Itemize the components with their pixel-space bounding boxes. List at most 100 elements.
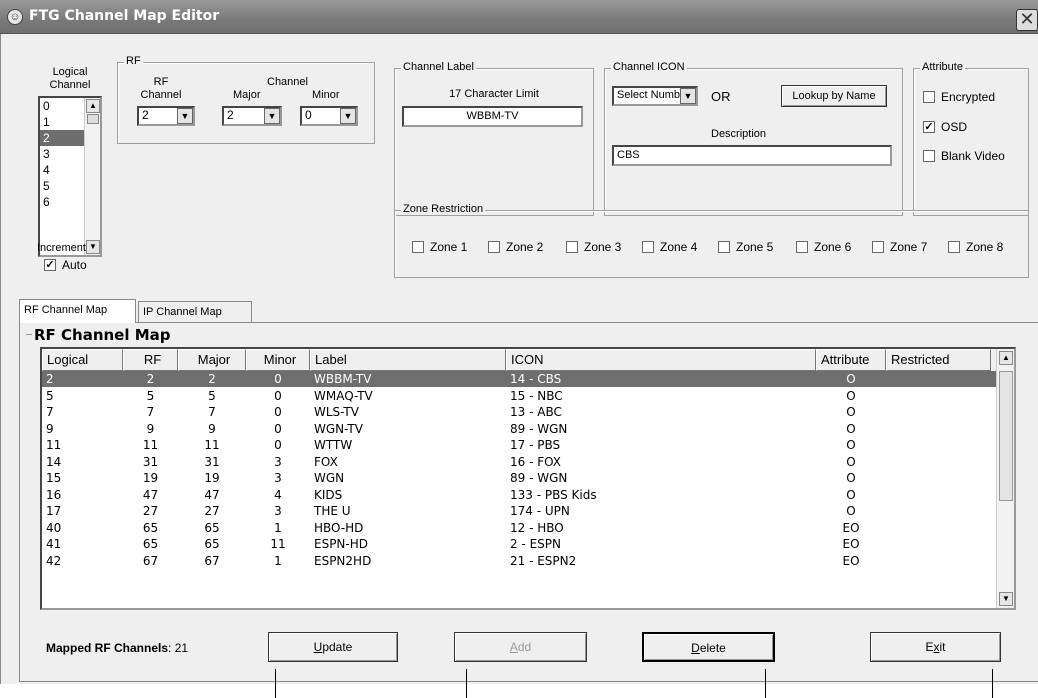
encrypted-checkbox[interactable]: Encrypted (923, 90, 995, 104)
zone-2-checkbox[interactable]: Zone 2 (488, 240, 543, 254)
column-header[interactable]: Label (310, 349, 506, 371)
table-cell: THE U (314, 504, 351, 518)
table-cell: 47 (204, 487, 220, 502)
scroll-down-icon[interactable]: ▼ (999, 592, 1013, 606)
table-cell (886, 388, 991, 404)
table-cell (886, 520, 991, 536)
blank-video-checkbox[interactable]: Blank Video (923, 149, 1005, 163)
table-cell (886, 437, 991, 453)
minor-select[interactable]: 0 ▼ (300, 106, 358, 126)
dropdown-arrow-icon[interactable]: ▼ (680, 88, 696, 104)
logical-channel-list[interactable]: 0 1 2 3 4 5 6 ▲ ▼ (38, 96, 102, 257)
checkbox-icon (642, 241, 654, 253)
major-select[interactable]: 2 ▼ (222, 106, 282, 126)
table-cell: 67 (142, 553, 159, 568)
table-cell (886, 536, 991, 552)
table-cell: O (846, 372, 856, 386)
table-row[interactable]: 17 27 27 3 THE U 174 - UPN O (42, 503, 1000, 519)
update-button[interactable]: Update (268, 632, 398, 662)
column-header[interactable]: Attribute (816, 349, 886, 371)
table-cell: EO (842, 553, 860, 568)
table-row[interactable]: 5 5 5 0 WMAQ-TV 15 - NBC O (42, 388, 1000, 404)
logical-list-scrollbar[interactable]: ▲ ▼ (84, 98, 100, 255)
scroll-down-icon[interactable]: ▼ (86, 240, 100, 254)
table-cell: WTTW (314, 438, 353, 452)
table-row[interactable]: 7 7 7 0 WLS-TV 13 - ABC O (42, 404, 1000, 420)
zone-6-checkbox[interactable]: Zone 6 (796, 240, 851, 254)
table-cell: 3 (274, 454, 282, 469)
or-label: OR (711, 89, 731, 104)
zone-label: Zone 5 (736, 240, 774, 254)
column-header[interactable]: RF (123, 349, 178, 371)
table-row[interactable]: 15 19 19 3 WGN 89 - WGN O (42, 470, 1000, 486)
table-row[interactable]: 14 31 31 3 FOX 16 - FOX O (42, 454, 1000, 470)
column-header[interactable]: Logical (42, 349, 123, 371)
zone-7-checkbox[interactable]: Zone 7 (872, 240, 927, 254)
table-cell: 31 (204, 454, 220, 469)
table-cell: WLS-TV (314, 405, 359, 419)
scroll-thumb[interactable] (999, 371, 1013, 501)
rf-channel-select[interactable]: 2 ▼ (137, 106, 195, 126)
table-cell (886, 404, 991, 420)
table-row[interactable]: 9 9 9 0 WGN-TV 89 - WGN O (42, 421, 1000, 437)
table-cell: 3 (274, 504, 282, 518)
dropdown-arrow-icon[interactable]: ▼ (340, 108, 356, 124)
callout-line (992, 669, 993, 698)
table-row[interactable]: 40 65 65 1 HBO-HD 12 - HBO EO (42, 520, 1000, 536)
channel-map-grid[interactable]: Logical RF Major Minor Label ICON Attrib… (40, 347, 1016, 610)
table-row[interactable]: 2 2 2 0 WBBM-TV 14 - CBS O (42, 371, 1000, 387)
table-cell: 14 - CBS (510, 372, 562, 386)
tab-rf-channel-map[interactable]: RF Channel Map (19, 299, 136, 323)
encrypted-label: Encrypted (941, 90, 996, 104)
icon-number-select[interactable]: Select Number ▼ (612, 86, 698, 106)
table-row[interactable]: 42 67 67 1 ESPN2HD 21 - ESPN2 EO (42, 553, 1000, 569)
table-cell: 16 (46, 487, 62, 502)
column-header[interactable]: Major (178, 349, 246, 371)
lookup-by-name-button[interactable]: Lookup by Name (781, 85, 887, 107)
osd-checkbox[interactable]: ✓ OSD (923, 120, 967, 134)
scroll-up-icon[interactable]: ▲ (999, 351, 1013, 365)
table-cell: ESPN2HD (314, 553, 372, 568)
column-header[interactable]: ICON (506, 349, 816, 371)
table-cell: 19 (142, 471, 159, 485)
table-cell: 14 (46, 454, 62, 469)
auto-checkbox[interactable]: ✓ Auto (44, 258, 87, 272)
description-input[interactable]: CBS (612, 145, 892, 166)
blank-video-label: Blank Video (941, 149, 1005, 163)
table-cell: 174 - UPN (510, 504, 570, 518)
zone-8-checkbox[interactable]: Zone 8 (948, 240, 1003, 254)
table-cell: O (846, 504, 856, 518)
column-header[interactable]: Restricted (886, 349, 991, 371)
table-row[interactable]: 41 65 65 11 ESPN-HD 2 - ESPN EO (42, 536, 1000, 552)
scroll-thumb[interactable] (87, 114, 99, 124)
zone-4-checkbox[interactable]: Zone 4 (642, 240, 697, 254)
table-cell: 11 (142, 438, 159, 452)
table-cell: 19 (204, 471, 220, 485)
close-button[interactable]: ✕ (1016, 9, 1038, 31)
table-row[interactable]: 16 47 47 4 KIDS 133 - PBS Kids O (42, 487, 1000, 503)
table-cell: O (846, 405, 856, 419)
tab-ip-channel-map[interactable]: IP Channel Map (138, 301, 252, 323)
dropdown-arrow-icon[interactable]: ▼ (264, 108, 280, 124)
scroll-up-icon[interactable]: ▲ (86, 99, 100, 113)
dropdown-arrow-icon[interactable]: ▼ (177, 108, 193, 124)
zone-5-checkbox[interactable]: Zone 5 (718, 240, 773, 254)
rf-group: RF (117, 55, 375, 144)
zone-1-checkbox[interactable]: Zone 1 (412, 240, 467, 254)
editor-panel: Logical Channel 0 1 2 3 4 5 6 ▲ ▼ Increme… (0, 34, 1038, 698)
column-header[interactable]: Minor (246, 349, 310, 371)
checkbox-icon (923, 91, 935, 103)
grid-scrollbar[interactable]: ▲ ▼ (996, 349, 1014, 608)
table-cell: 2 (46, 372, 54, 386)
delete-button[interactable]: Delete (642, 632, 775, 662)
zone-3-checkbox[interactable]: Zone 3 (566, 240, 621, 254)
table-row[interactable]: 11 11 11 0 WTTW 17 - PBS O (42, 437, 1000, 453)
window-title: FTG Channel Map Editor (29, 8, 220, 24)
exit-button[interactable]: Exit (870, 632, 1001, 662)
table-cell: 9 (146, 421, 155, 436)
title-bar[interactable]: ☺ FTG Channel Map Editor ✕ (0, 0, 1038, 34)
table-cell: 89 - WGN (510, 471, 568, 485)
channel-label-input[interactable]: WBBM-TV (402, 106, 583, 127)
table-cell: HBO-HD (314, 520, 364, 535)
major-label: Major (233, 89, 261, 101)
